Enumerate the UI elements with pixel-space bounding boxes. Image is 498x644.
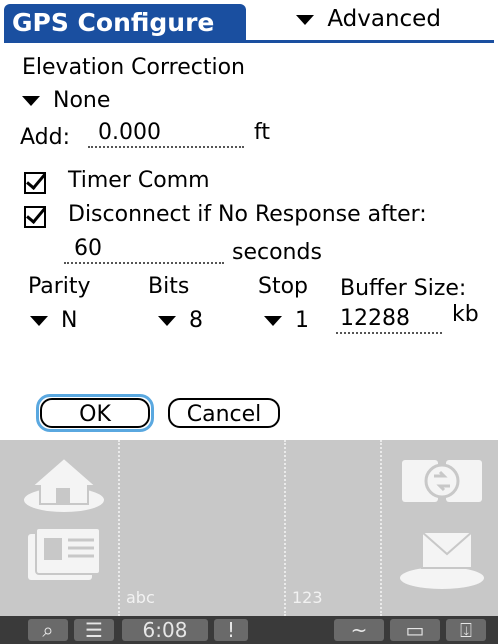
clock[interactable]: 6:08 xyxy=(122,619,208,641)
stop-picker[interactable]: 1 xyxy=(264,308,309,333)
checkbox-checked-icon xyxy=(24,206,46,228)
graffiti-divider xyxy=(380,440,382,616)
input-area-toggle-icon[interactable]: ⍗ xyxy=(446,619,486,641)
add-value: 0.000 xyxy=(98,120,161,145)
dropdown-arrow-icon xyxy=(30,316,48,326)
graffiti-123-label: 123 xyxy=(292,588,323,607)
graffiti-abc-label: abc xyxy=(126,588,155,607)
find-icon[interactable]: ⌕ xyxy=(28,619,68,641)
stop-label: Stop xyxy=(258,274,309,299)
advanced-menu-label: Advanced xyxy=(327,6,441,32)
dropdown-arrow-icon xyxy=(22,96,40,106)
elevation-correction-label: Elevation Correction xyxy=(22,55,245,80)
add-unit: ft xyxy=(254,120,270,145)
menu-icon[interactable] xyxy=(22,524,112,590)
bits-picker[interactable]: 8 xyxy=(158,308,203,333)
mail-icon[interactable] xyxy=(396,522,488,592)
ok-button[interactable]: OK xyxy=(40,398,150,428)
timeout-unit: seconds xyxy=(232,240,322,265)
graffiti-divider xyxy=(284,440,286,616)
checkbox-checked-icon xyxy=(24,172,46,194)
app-title[interactable]: GPS Configure xyxy=(4,4,246,42)
bits-label: Bits xyxy=(148,274,190,299)
buffer-size-unit: kb xyxy=(452,302,479,327)
elevation-correction-value: None xyxy=(53,88,111,113)
timeout-value: 60 xyxy=(74,236,102,261)
disconnect-checkbox[interactable]: Disconnect if No Response after: xyxy=(24,202,494,232)
alert-icon[interactable]: ! xyxy=(214,619,248,641)
disconnect-label: Disconnect if No Response after: xyxy=(68,202,427,227)
dropdown-arrow-icon xyxy=(296,14,314,25)
timeout-field[interactable]: 60 xyxy=(64,236,224,264)
buffer-size-value: 12288 xyxy=(340,306,410,331)
graffiti-toggle-icon[interactable]: ~ xyxy=(334,619,384,641)
stop-value: 1 xyxy=(295,308,309,333)
add-value-field[interactable]: 0.000 xyxy=(88,120,244,148)
graffiti-area: abc 123 xyxy=(0,440,498,616)
home-icon[interactable] xyxy=(18,446,110,516)
graffiti-numbers-area[interactable]: 123 xyxy=(288,440,378,616)
parity-picker[interactable]: N xyxy=(30,308,77,333)
advanced-menu-trigger[interactable]: Advanced xyxy=(296,6,441,32)
cancel-button[interactable]: Cancel xyxy=(168,398,280,428)
buffer-size-field[interactable]: 12288 xyxy=(336,306,442,334)
title-bar: GPS Configure Advanced xyxy=(0,0,498,43)
bits-value: 8 xyxy=(189,308,203,333)
graffiti-letters-area[interactable]: abc xyxy=(122,440,282,616)
timer-comm-label: Timer Comm xyxy=(68,168,210,193)
dropdown-arrow-icon xyxy=(264,316,282,326)
graffiti-divider xyxy=(118,440,120,616)
hotsync-icon[interactable] xyxy=(396,452,488,512)
status-bar: ⌕ ☰ 6:08 ! ~ ▭ ⍗ xyxy=(0,616,498,644)
buffer-size-label: Buffer Size: xyxy=(340,276,467,301)
elevation-correction-picker[interactable]: None xyxy=(22,88,110,113)
screen-rotate-icon[interactable]: ▭ xyxy=(390,619,440,641)
title-underline xyxy=(4,40,494,43)
parity-value: N xyxy=(61,308,78,333)
dropdown-arrow-icon xyxy=(158,316,176,326)
add-label: Add: xyxy=(20,125,71,150)
parity-label: Parity xyxy=(28,274,91,299)
menu-bar-icon[interactable]: ☰ xyxy=(74,619,114,641)
timer-comm-checkbox[interactable]: Timer Comm xyxy=(24,168,244,198)
